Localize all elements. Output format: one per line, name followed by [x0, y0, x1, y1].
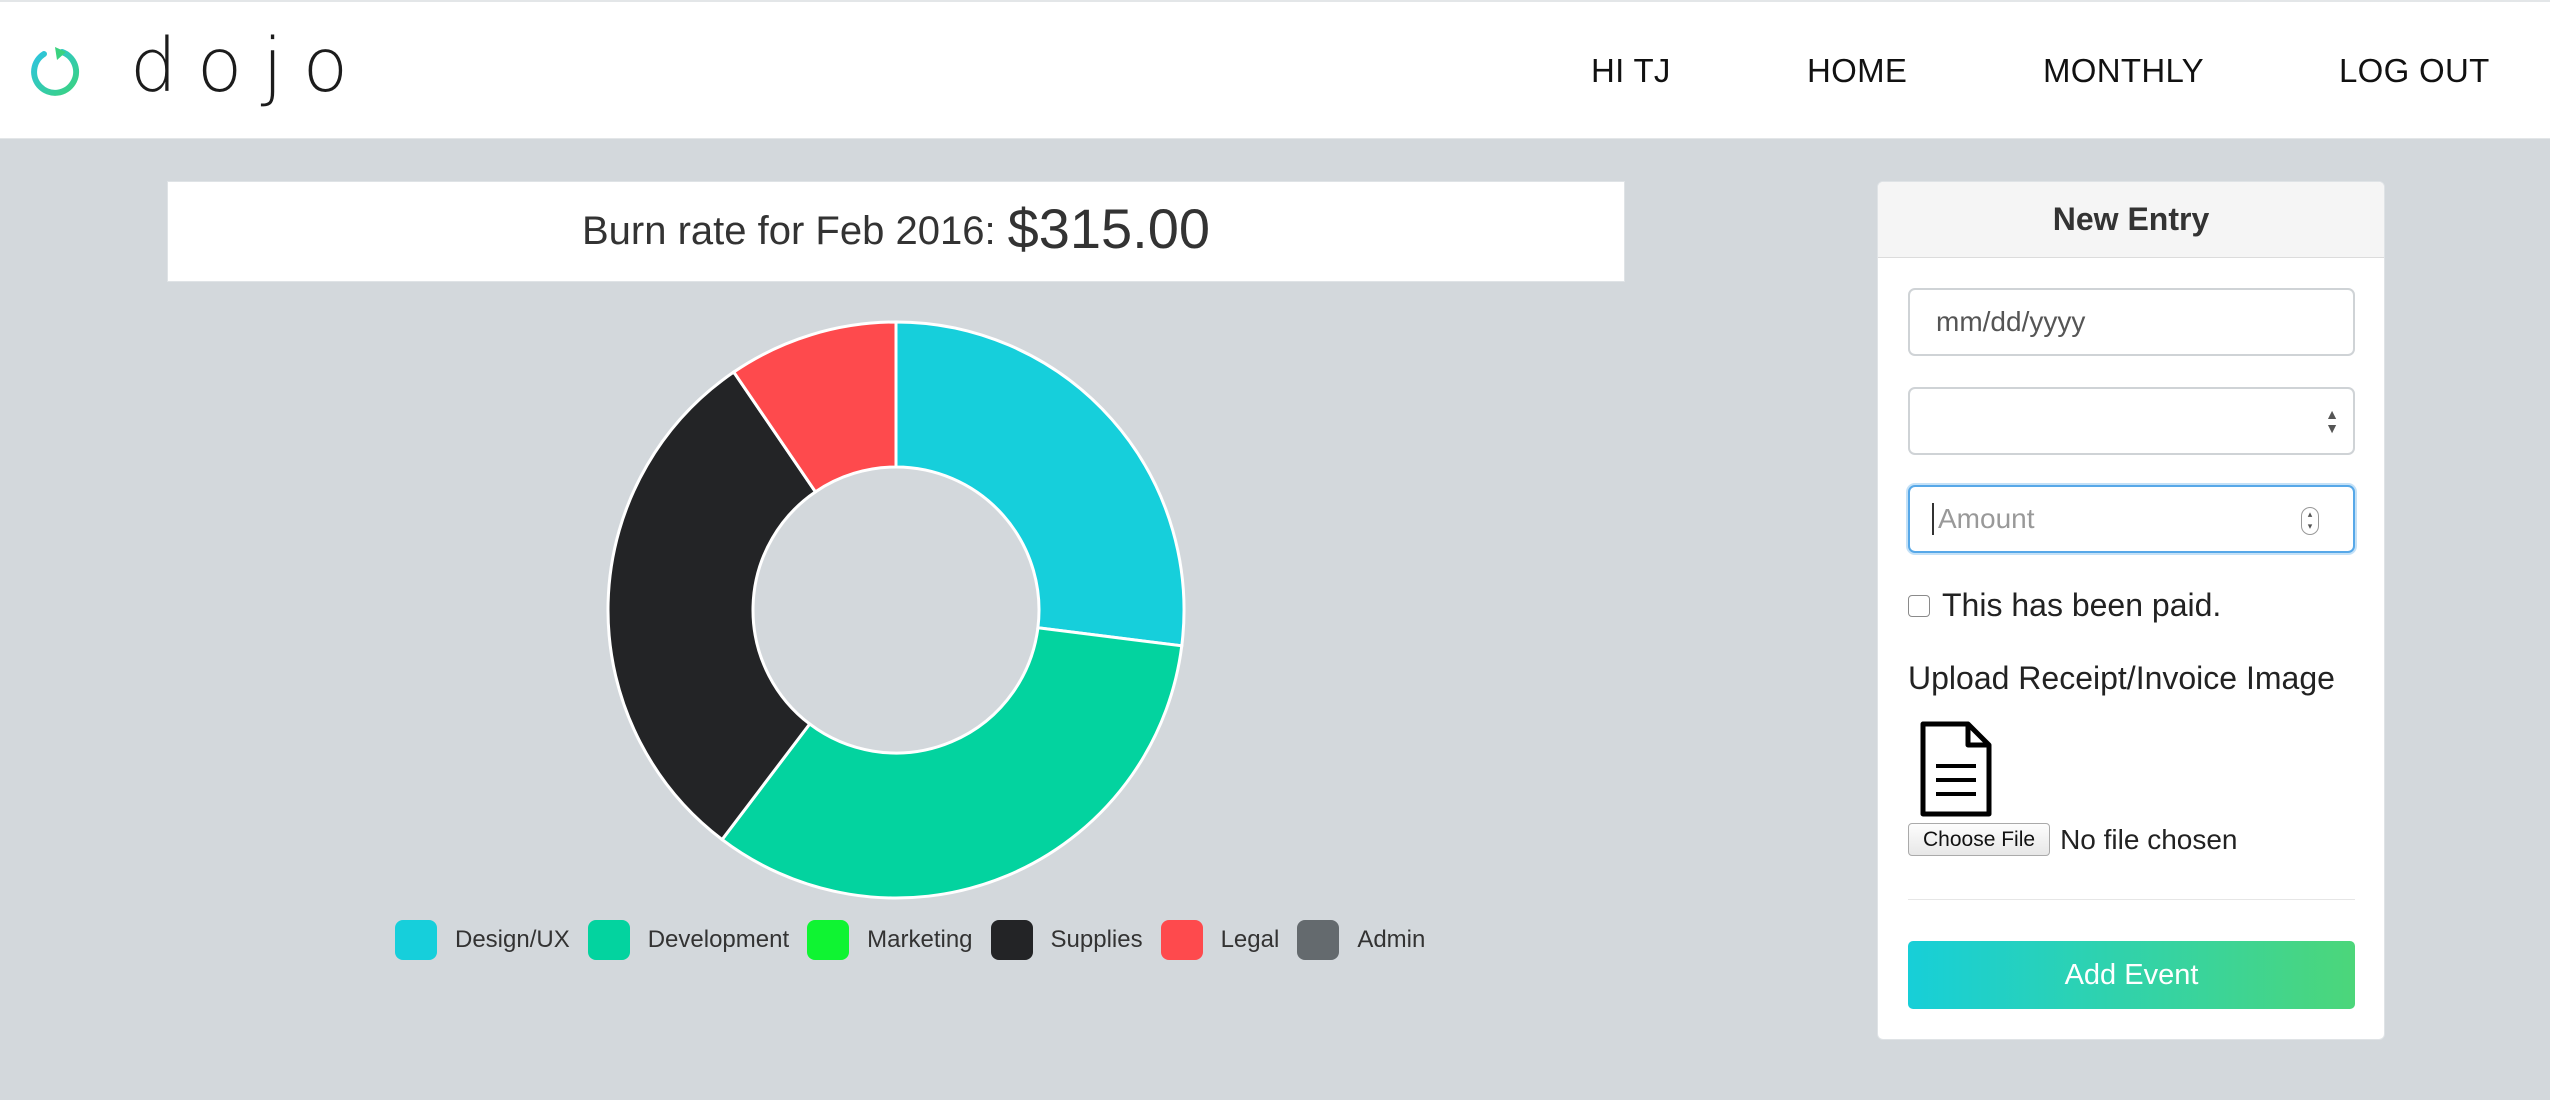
expense-doughnut-chart [606, 320, 1186, 900]
burn-rate-amount: $315.00 [1007, 197, 1210, 260]
select-arrows-icon: ▲ ▼ [2325, 406, 2339, 436]
file-input[interactable]: Choose File No file chosen [1908, 823, 2238, 856]
paid-checkbox-label[interactable]: This has been paid. [1942, 587, 2221, 624]
panel-header: New Entry [1878, 182, 2384, 258]
legend-item-design-ux[interactable]: Design/UX [395, 920, 570, 960]
amount-input[interactable]: Amount ▴ ▾ [1908, 485, 2355, 553]
legend-swatch [1297, 920, 1340, 960]
legend-label: Admin [1357, 926, 1426, 953]
legend-label: Design/UX [455, 926, 570, 953]
legend-label: Development [647, 926, 790, 953]
new-entry-panel: New Entry mm/dd/yyyy ▲ ▼ Amount ▴ ▾ This h… [1877, 181, 2385, 1040]
text-caret [1932, 503, 1934, 535]
logo-ring-icon [31, 47, 80, 96]
number-spinner-icon[interactable]: ▴ ▾ [2301, 507, 2319, 535]
amount-placeholder: Amount [1938, 503, 2035, 534]
burn-rate-card: Burn rate for Feb 2016: $315.00 [167, 181, 1625, 282]
chart-legend: Design/UX Development Marketing Supplies Leg… [395, 919, 1443, 961]
slice-design-ux[interactable] [894, 320, 1186, 648]
date-input[interactable]: mm/dd/yyyy [1908, 288, 2355, 356]
legend-item-marketing[interactable]: Marketing [807, 920, 973, 960]
add-event-label: Add Event [2064, 958, 2199, 991]
legend-swatch [807, 920, 850, 960]
nav-home-link[interactable]: HOME [1807, 52, 1907, 90]
nav-greeting[interactable]: HI TJ [1591, 52, 1671, 90]
legend-item-supplies[interactable]: Supplies [990, 920, 1143, 960]
burn-rate-label: Burn rate for Feb 2016: [581, 209, 996, 253]
file-status: No file chosen [2060, 823, 2238, 855]
panel-title: New Entry [2052, 201, 2210, 237]
top-navbar: dojo HI TJ HOME MONTHLY LOG OUT [0, 0, 2550, 139]
brand-name: dojo [130, 23, 369, 109]
category-select[interactable]: ▲ ▼ [1908, 387, 2355, 455]
nav-logout-link[interactable]: LOG OUT [2339, 52, 2490, 90]
legend-item-admin[interactable]: Admin [1297, 920, 1425, 960]
brand-logo[interactable]: dojo [26, 23, 369, 112]
paid-checkbox[interactable] [1908, 594, 1930, 617]
legend-item-development[interactable]: Development [587, 920, 790, 960]
legend-swatch [1160, 920, 1203, 960]
add-event-button[interactable]: Add Event [1908, 941, 2355, 1009]
legend-item-legal[interactable]: Legal [1160, 920, 1280, 960]
nav-monthly-link[interactable]: MONTHLY [2043, 52, 2204, 90]
slice-development[interactable] [720, 626, 1184, 900]
legend-label: Legal [1220, 926, 1280, 953]
form-divider [1908, 899, 2355, 900]
legend-swatch [990, 920, 1033, 960]
upload-label: Upload Receipt/Invoice Image [1908, 660, 2335, 696]
document-icon [1920, 721, 1992, 817]
legend-swatch [587, 920, 630, 960]
choose-file-button[interactable]: Choose File [1908, 823, 2051, 856]
date-placeholder: mm/dd/yyyy [1936, 306, 2086, 337]
legend-swatch [395, 920, 437, 960]
legend-label: Supplies [1050, 926, 1143, 953]
legend-label: Marketing [867, 926, 973, 953]
paid-checkbox-row[interactable]: This has been paid. [1908, 587, 2221, 624]
